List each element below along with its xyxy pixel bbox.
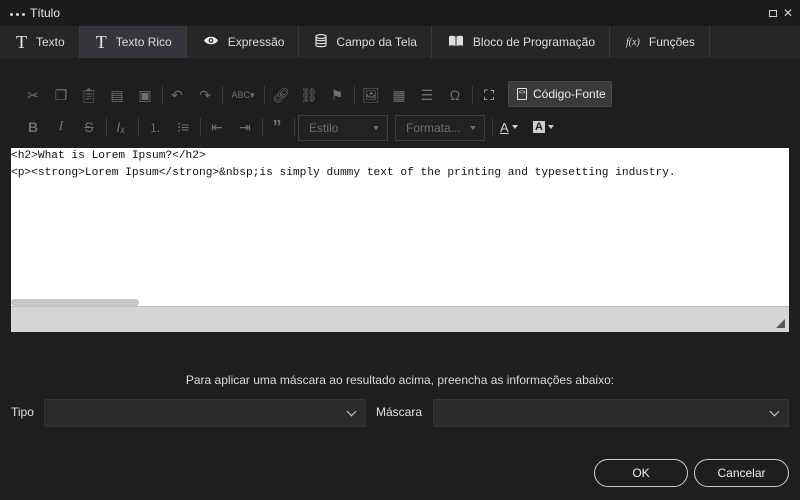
format-select[interactable]: Formata... [395,115,485,141]
format-select-value: Formata... [406,121,461,135]
decrease-indent-icon[interactable]: ⇤ [206,116,228,138]
tab-texto-rico[interactable]: T Texto Rico [79,26,187,58]
resize-grip-icon[interactable] [776,319,785,328]
menu-dots-icon[interactable] [10,13,25,16]
paste-icon[interactable]: 📋︎ [78,84,100,106]
toolbar-separator [138,118,139,136]
special-char-icon[interactable]: Ω [444,84,466,106]
toolbar-separator [472,86,473,104]
maximize-editor-icon[interactable]: ⛶ [478,84,500,106]
window-title: Título [30,6,61,20]
tab-funcoes[interactable]: f(x) Funções [610,26,710,58]
chevron-down-icon [511,125,518,129]
maximize-icon[interactable] [766,6,780,20]
function-icon: f(x) [626,36,640,48]
bulleted-list-icon[interactable]: ⁝≡ [172,116,194,138]
source-line-3: <p><strong>Lorem Ipsum</strong>&nbsp;is … [11,167,676,179]
spellcheck-icon[interactable]: ABC▾ [228,84,258,106]
tab-label: Bloco de Programação [472,35,595,49]
cancel-button[interactable]: Cancelar [694,459,789,487]
text-icon: T [16,32,27,52]
horizontal-line-icon[interactable]: ☰ [416,84,438,106]
tab-expressao[interactable]: Expressão [187,26,300,58]
link-icon[interactable]: 🔗︎ [270,84,292,106]
chevron-down-icon [373,126,379,130]
toolbar-separator [106,118,107,136]
mask-hint-text: Para aplicar uma máscara ao resultado ac… [185,373,615,387]
bold-icon[interactable]: B [22,116,44,138]
image-icon[interactable]: 🖼︎ [360,84,382,106]
toolbar-separator [162,86,163,104]
style-select[interactable]: Estilo [298,115,388,141]
rich-text-icon: T [95,32,107,52]
tab-texto[interactable]: T Texto [0,26,80,58]
source-line-1: <h2>What is Lorem Ipsum?</h2> [11,150,206,162]
paste-word-icon[interactable]: ▣ [134,84,156,106]
text-color-button[interactable]: A [500,116,518,138]
tab-label: Texto [36,35,65,49]
source-code-button[interactable]: <> Código-Fonte [508,81,612,107]
tab-bloco-de-programacao[interactable]: Bloco de Programação [432,26,610,58]
editor-statusbar [11,306,789,332]
toolbar-separator [200,118,201,136]
chevron-down-icon [470,126,476,130]
source-code-editor[interactable]: <h2>What is Lorem Ipsum?</h2> <p><strong… [11,148,789,306]
unlink-icon[interactable]: ⛓ [298,84,320,106]
redo-icon[interactable]: ↷ [194,84,216,106]
eye-icon [203,35,219,49]
text-color-icon: A [500,119,509,135]
cut-icon[interactable]: ✂ [22,84,44,106]
chevron-down-icon [769,406,780,417]
chevron-down-icon [346,406,357,417]
italic-icon[interactable]: I [50,116,72,138]
editor-toolbar-row-2: B I S Iₓ ⒈ ⁝≡ ⇤ ⇥ ” Estilo Formata... A … [10,112,790,142]
toolbar-separator [262,118,263,136]
undo-icon[interactable]: ↶ [166,84,188,106]
tab-label: Expressão [227,35,285,49]
blockquote-icon[interactable]: ” [266,116,288,138]
tab-bar: T Texto T Texto Rico Expressão Campo da … [0,26,800,58]
source-code-label: Código-Fonte [533,87,606,101]
source-doc-icon: <> [517,88,527,100]
database-icon [315,33,328,51]
close-icon[interactable]: ✕ [781,6,795,20]
numbered-list-icon[interactable]: ⒈ [144,116,166,138]
horizontal-scrollbar[interactable] [11,299,139,306]
editor-toolbar-row-1: ✂ ❐ 📋︎ ▤ ▣ ↶ ↷ ABC▾ 🔗︎ ⛓ ⚑ 🖼︎ ▦ ☰ Ω ⛶ <>… [10,80,790,110]
background-color-icon: A [533,121,545,133]
mask-select[interactable] [433,399,789,427]
toolbar-separator [294,118,295,136]
copy-icon[interactable]: ❐ [50,84,72,106]
table-icon[interactable]: ▦ [388,84,410,106]
ok-button[interactable]: OK [594,459,688,487]
background-color-button[interactable]: A [533,116,554,138]
paste-text-icon[interactable]: ▤ [106,84,128,106]
type-label: Tipo [11,405,34,419]
tab-label: Funções [648,35,695,49]
type-select[interactable] [44,399,366,427]
increase-indent-icon[interactable]: ⇥ [234,116,256,138]
toolbar-separator [354,86,355,104]
mask-label: Máscara [376,405,423,419]
chevron-down-icon [547,125,554,129]
window-titlebar: Título ✕ [0,0,800,26]
toolbar-separator [222,86,223,104]
tab-label: Texto Rico [115,35,172,49]
toolbar-separator [264,86,265,104]
style-select-value: Estilo [309,121,339,135]
anchor-flag-icon[interactable]: ⚑ [326,84,348,106]
book-icon [448,35,464,50]
tab-campo-da-tela[interactable]: Campo da Tela [299,26,432,58]
tab-label: Campo da Tela [336,35,417,49]
ok-button-label: OK [632,466,650,480]
strikethrough-icon[interactable]: S [78,116,100,138]
toolbar-separator [492,118,493,136]
remove-format-icon[interactable]: Iₓ [110,116,132,138]
cancel-button-label: Cancelar [717,466,766,480]
